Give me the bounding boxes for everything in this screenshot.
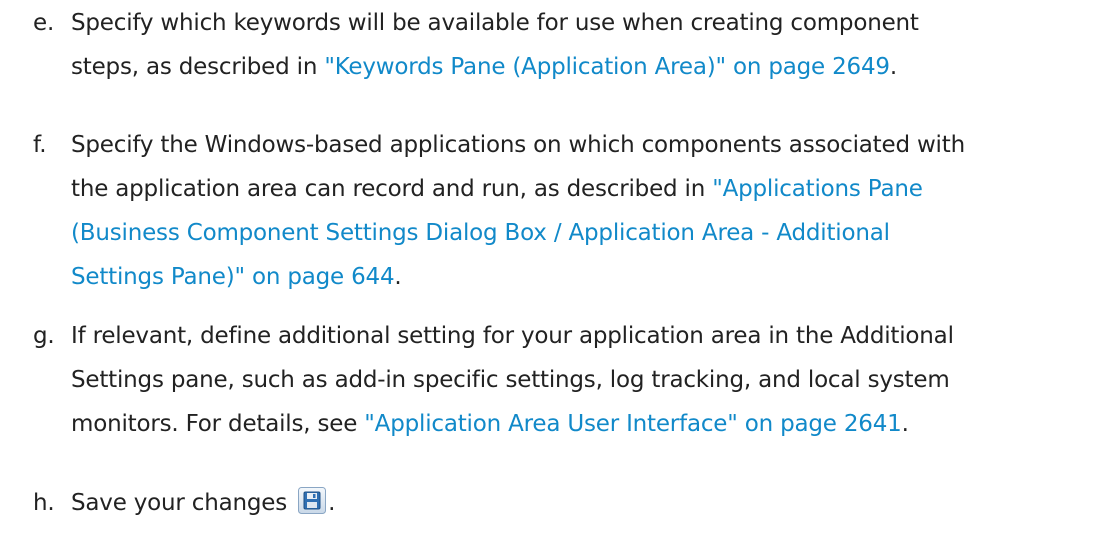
step-text: Specify which keywords will be available… (71, 6, 1091, 85)
step-text: Save your changes . (71, 486, 1091, 521)
step-marker: g. (33, 323, 55, 349)
applications-pane-link-cont[interactable]: (Business Component Settings Dialog Box … (71, 220, 890, 246)
step-text-line: steps, as described in (71, 54, 325, 80)
step-marker: h. (33, 490, 55, 516)
step-marker: f. (33, 132, 47, 158)
step-text-line: Specify the Windows-based applications o… (71, 132, 965, 158)
period: . (394, 264, 402, 290)
period: . (901, 411, 909, 437)
step-text-line: Save your changes (71, 490, 288, 516)
step-text-line: the application area can record and run,… (71, 176, 713, 202)
period: . (328, 490, 336, 516)
step-text-line: Settings pane, such as add-in specific s… (71, 367, 950, 393)
step-text-line: If relevant, define additional setting f… (71, 323, 954, 349)
period: . (889, 54, 897, 80)
keywords-pane-link[interactable]: "Keywords Pane (Application Area)" on pa… (324, 54, 890, 80)
step-text: Specify the Windows-based applications o… (71, 128, 1091, 295)
step-text-line: monitors. For details, see (71, 411, 365, 437)
applications-pane-link-end[interactable]: Settings Pane)" on page 644 (71, 264, 395, 290)
applications-pane-link[interactable]: "Applications Pane (712, 176, 923, 202)
application-area-ui-link[interactable]: "Application Area User Interface" on pag… (364, 411, 901, 437)
document-page: e. Specify which keywords will be availa… (0, 0, 1101, 554)
step-text-line: Specify which keywords will be available… (71, 10, 919, 36)
step-text: If relevant, define additional setting f… (71, 319, 1091, 442)
save-icon[interactable] (298, 487, 327, 514)
step-marker: e. (33, 10, 55, 36)
